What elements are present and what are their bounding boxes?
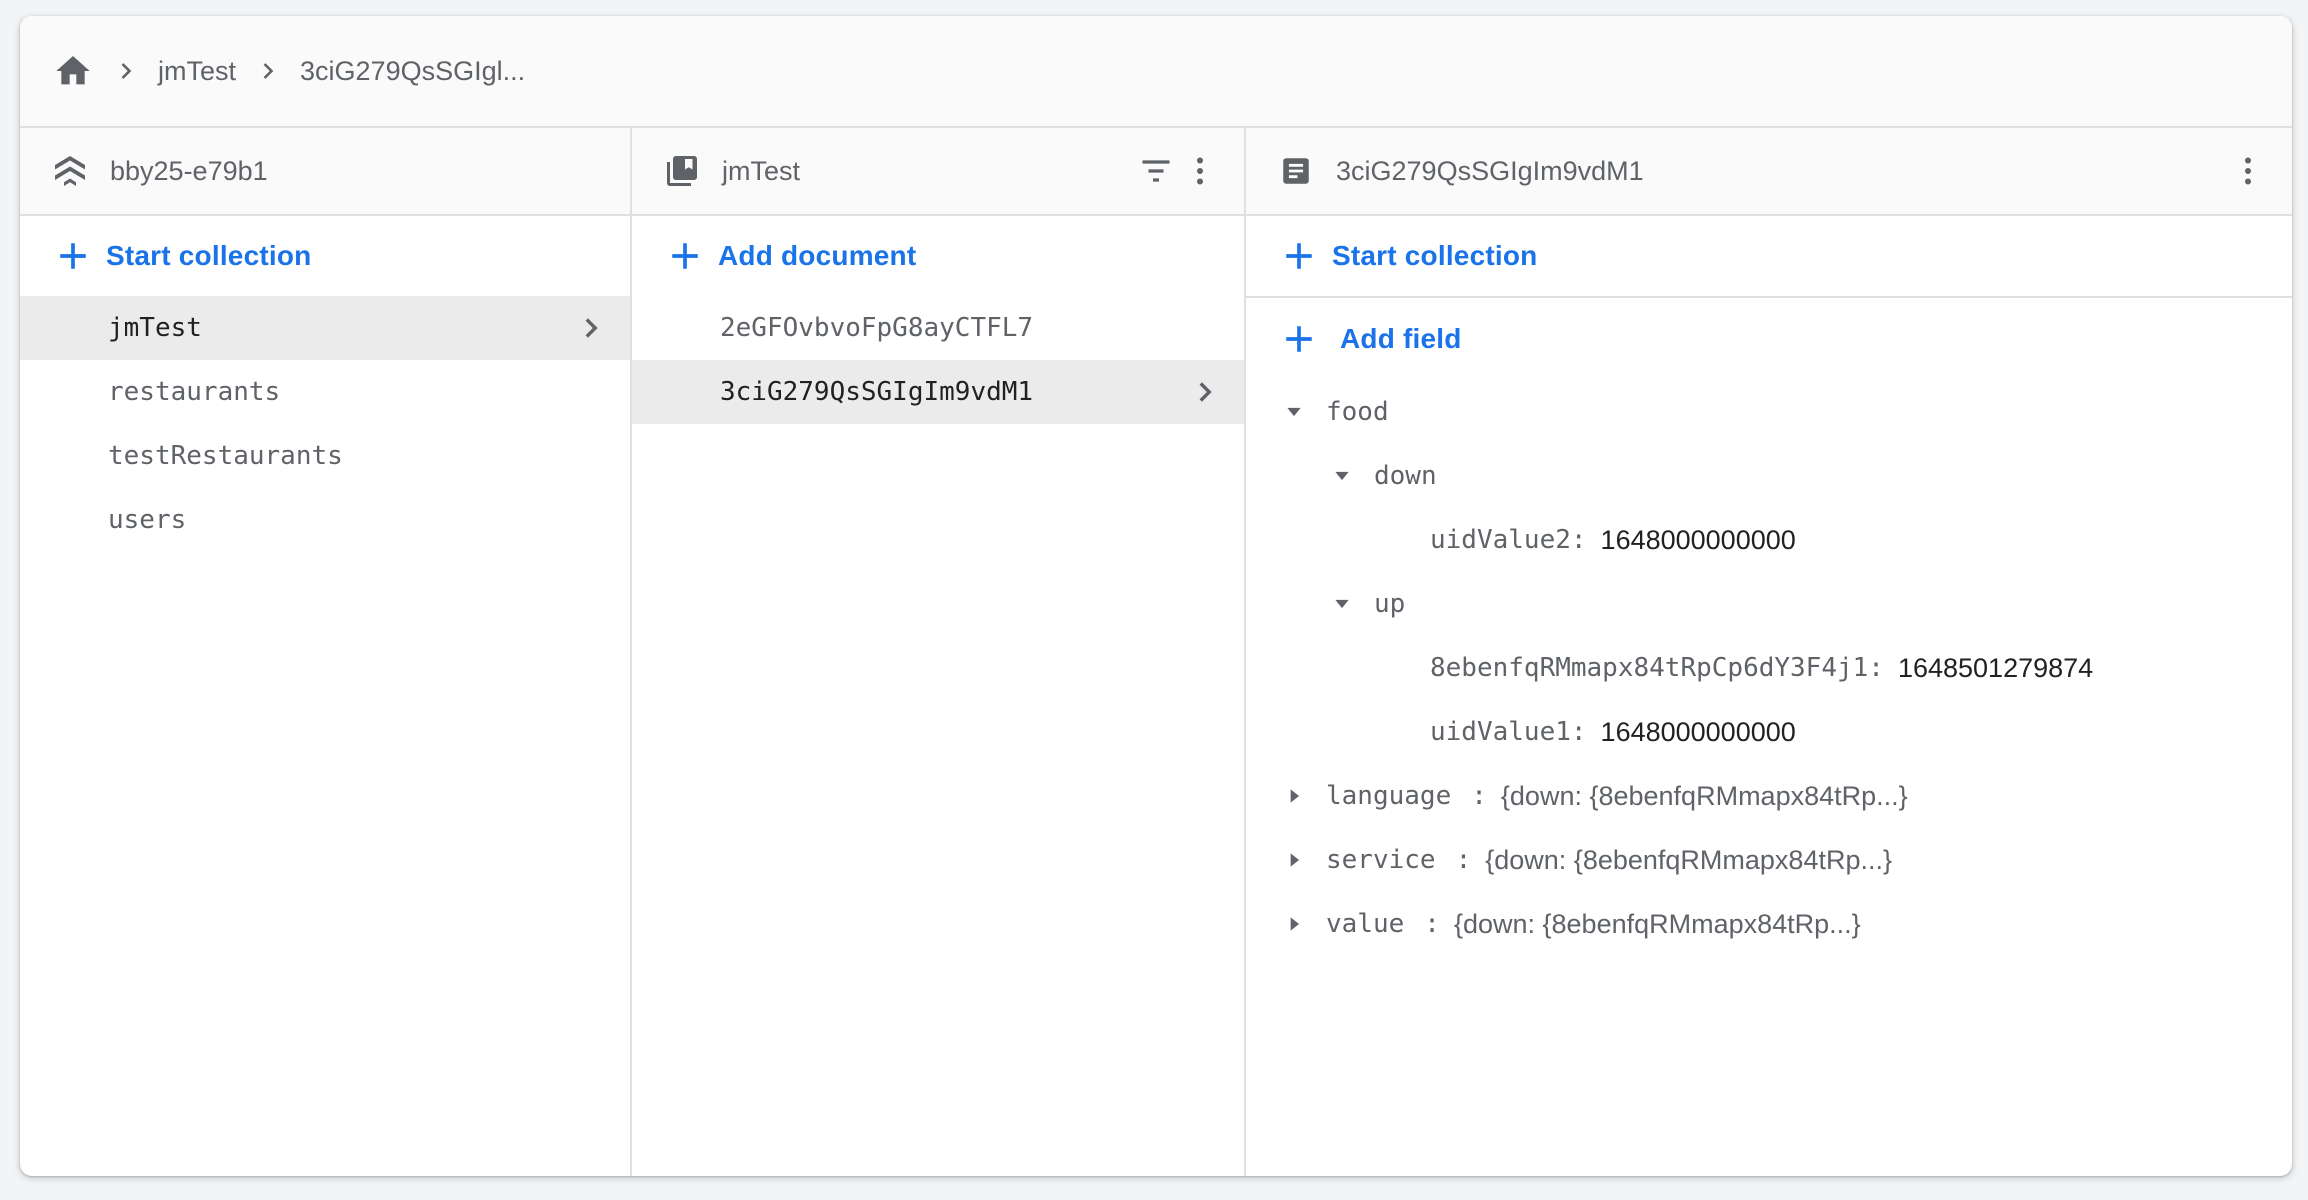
- home-icon[interactable]: [52, 50, 94, 92]
- field-key: value: [1326, 909, 1405, 939]
- field-key: uidValue2: [1430, 525, 1571, 555]
- document-column-header: 3ciG279QsSGIgIm9vdM1: [1246, 128, 2292, 216]
- field-value: 1648501279874: [1897, 652, 2094, 683]
- chevron-right-icon: [108, 53, 144, 89]
- expand-down-icon[interactable]: [1282, 400, 1306, 424]
- plus-icon: [668, 239, 702, 273]
- field-value: 1648000000000: [1600, 524, 1796, 555]
- field-summary: {down: {8ebenfqRMmapx84tRp...}: [1500, 780, 1908, 811]
- expand-right-icon[interactable]: [1282, 784, 1306, 808]
- field-row-uid-key[interactable]: 8ebenfqRMmapx84tRpCp6dY3F4j1: 1648501279…: [1246, 636, 2292, 700]
- collection-item-label: restaurants: [108, 377, 281, 407]
- start-collection-label: Start collection: [1332, 240, 1538, 271]
- start-collection-label: Start collection: [106, 240, 312, 271]
- document-item[interactable]: 2eGFOvbvoFpG8ayCTFL7: [632, 296, 1244, 360]
- collection-item-label: jmTest: [108, 313, 202, 343]
- plus-icon: [1282, 322, 1316, 356]
- more-vert-icon[interactable]: [2226, 149, 2270, 193]
- field-colon: :: [1455, 845, 1472, 875]
- expand-right-icon[interactable]: [1282, 848, 1306, 872]
- expand-down-icon[interactable]: [1330, 464, 1354, 488]
- field-summary: {down: {8ebenfqRMmapx84tRp...}: [1453, 908, 1861, 939]
- expand-right-icon[interactable]: [1282, 912, 1306, 936]
- field-row-value[interactable]: value: {down: {8ebenfqRMmapx84tRp...}: [1246, 892, 2292, 956]
- collection-column-header: jmTest: [632, 128, 1244, 216]
- breadcrumb-collection[interactable]: jmTest: [158, 56, 236, 87]
- field-colon: :: [1570, 717, 1587, 747]
- field-row-food[interactable]: food: [1246, 380, 2292, 444]
- collection-column: jmTest Add document 2eGFOvbvoFpG8ayCTFL7…: [632, 128, 1246, 1176]
- document-item-label: 3ciG279QsSGIgIm9vdM1: [720, 377, 1034, 407]
- document-item-selected[interactable]: 3ciG279QsSGIgIm9vdM1: [632, 360, 1244, 424]
- start-subcollection-button[interactable]: Start collection: [1246, 216, 2292, 298]
- firestore-project-icon: [50, 151, 90, 191]
- plus-icon: [56, 239, 90, 273]
- document-icon: [1276, 151, 1316, 191]
- field-row-service[interactable]: service: {down: {8ebenfqRMmapx84tRp...}: [1246, 828, 2292, 892]
- firestore-data-panel: jmTest 3ciG279QsSGIgl... bby25-e79b1 Sta…: [20, 16, 2292, 1176]
- field-colon: :: [1471, 781, 1487, 811]
- collection-item-users[interactable]: users: [20, 488, 630, 552]
- chevron-right-icon: [250, 53, 286, 89]
- collection-item-restaurants[interactable]: restaurants: [20, 360, 630, 424]
- document-title: 3ciG279QsSGIgIm9vdM1: [1336, 155, 1644, 186]
- project-column: bby25-e79b1 Start collection jmTest rest…: [20, 128, 632, 1176]
- plus-icon: [1282, 239, 1316, 273]
- field-colon: :: [1570, 525, 1587, 555]
- field-row-uidvalue1[interactable]: uidValue1: 1648000000000: [1246, 700, 2292, 764]
- add-field-button[interactable]: Add field: [1246, 298, 2292, 380]
- field-tree: food down uidValue2: 1648000000000 up 8e…: [1246, 380, 2292, 956]
- field-colon: :: [1868, 653, 1884, 683]
- collection-title: jmTest: [722, 155, 801, 186]
- breadcrumb-document[interactable]: 3ciG279QsSGIgl...: [300, 56, 525, 87]
- project-column-header: bby25-e79b1: [20, 128, 630, 216]
- field-value: 1648000000000: [1600, 716, 1796, 747]
- collection-item-jmtest[interactable]: jmTest: [20, 296, 630, 360]
- project-title: bby25-e79b1: [110, 155, 268, 186]
- field-summary: {down: {8ebenfqRMmapx84tRp...}: [1485, 844, 1893, 875]
- document-column: 3ciG279QsSGIgIm9vdM1 Start collection Ad…: [1246, 128, 2292, 1176]
- field-key: 8ebenfqRMmapx84tRpCp6dY3F4j1: [1430, 653, 1869, 683]
- field-colon: :: [1424, 909, 1440, 939]
- field-key: up: [1374, 589, 1406, 619]
- field-key: down: [1374, 461, 1437, 491]
- breadcrumb: jmTest 3ciG279QsSGIgl...: [20, 16, 2292, 128]
- add-document-label: Add document: [718, 240, 917, 271]
- add-field-label: Add field: [1340, 323, 1462, 354]
- start-collection-button[interactable]: Start collection: [20, 216, 630, 296]
- field-row-language[interactable]: language: {down: {8ebenfqRMmapx84tRp...}: [1246, 764, 2292, 828]
- add-document-button[interactable]: Add document: [632, 216, 1244, 296]
- field-key: uidValue1: [1430, 717, 1571, 747]
- collection-icon: [662, 151, 702, 191]
- field-row-down[interactable]: down: [1246, 444, 2292, 508]
- field-key: service: [1326, 845, 1436, 875]
- more-vert-icon[interactable]: [1178, 149, 1222, 193]
- collection-item-label: testRestaurants: [108, 441, 343, 471]
- collection-item-testrestaurants[interactable]: testRestaurants: [20, 424, 630, 488]
- document-item-label: 2eGFOvbvoFpG8ayCTFL7: [720, 313, 1034, 343]
- chevron-right-icon: [574, 311, 608, 345]
- expand-down-icon[interactable]: [1330, 592, 1354, 616]
- field-key: language: [1326, 781, 1452, 811]
- collection-item-label: users: [108, 505, 187, 535]
- filter-icon[interactable]: [1134, 149, 1178, 193]
- field-row-up[interactable]: up: [1246, 572, 2292, 636]
- field-key: food: [1326, 397, 1389, 427]
- field-row-uidvalue2[interactable]: uidValue2: 1648000000000: [1246, 508, 2292, 572]
- chevron-right-icon: [1188, 375, 1222, 409]
